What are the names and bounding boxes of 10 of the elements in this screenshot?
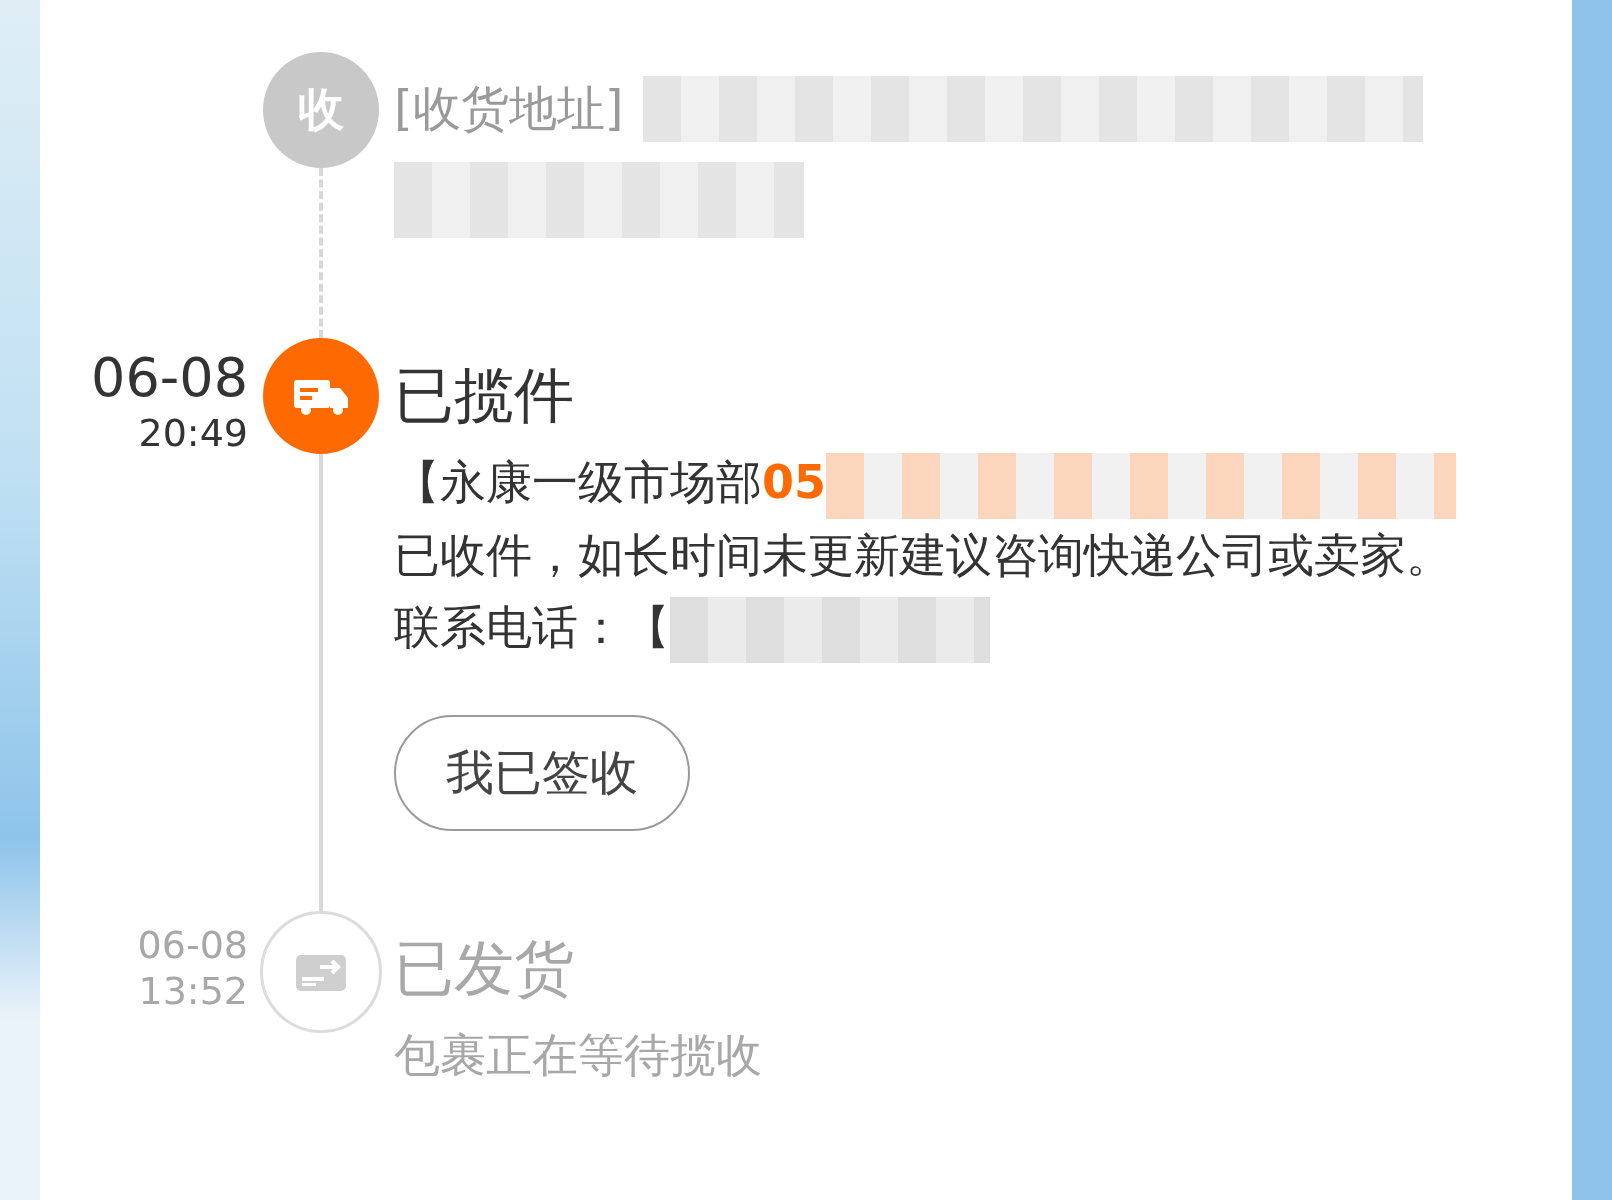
event-date: 06-08 [91, 346, 248, 411]
event-title: 已揽件 [394, 359, 574, 432]
confirm-receipt-button[interactable]: 我已签收 [394, 715, 690, 831]
event-description: 【永康一级市场部05 已收件，如长时间未更新建议咨询快递公司或卖家。联系电话：【 [394, 446, 1464, 663]
event-description: 包裹正在等待揽收 [394, 1027, 762, 1084]
event-time: 20:49 [138, 410, 248, 457]
event-title: 已发货 [394, 932, 574, 1005]
event-date: 06-08 [137, 923, 248, 969]
address-label: [收货地址] [394, 79, 624, 138]
event-time: 13:52 [138, 968, 248, 1015]
